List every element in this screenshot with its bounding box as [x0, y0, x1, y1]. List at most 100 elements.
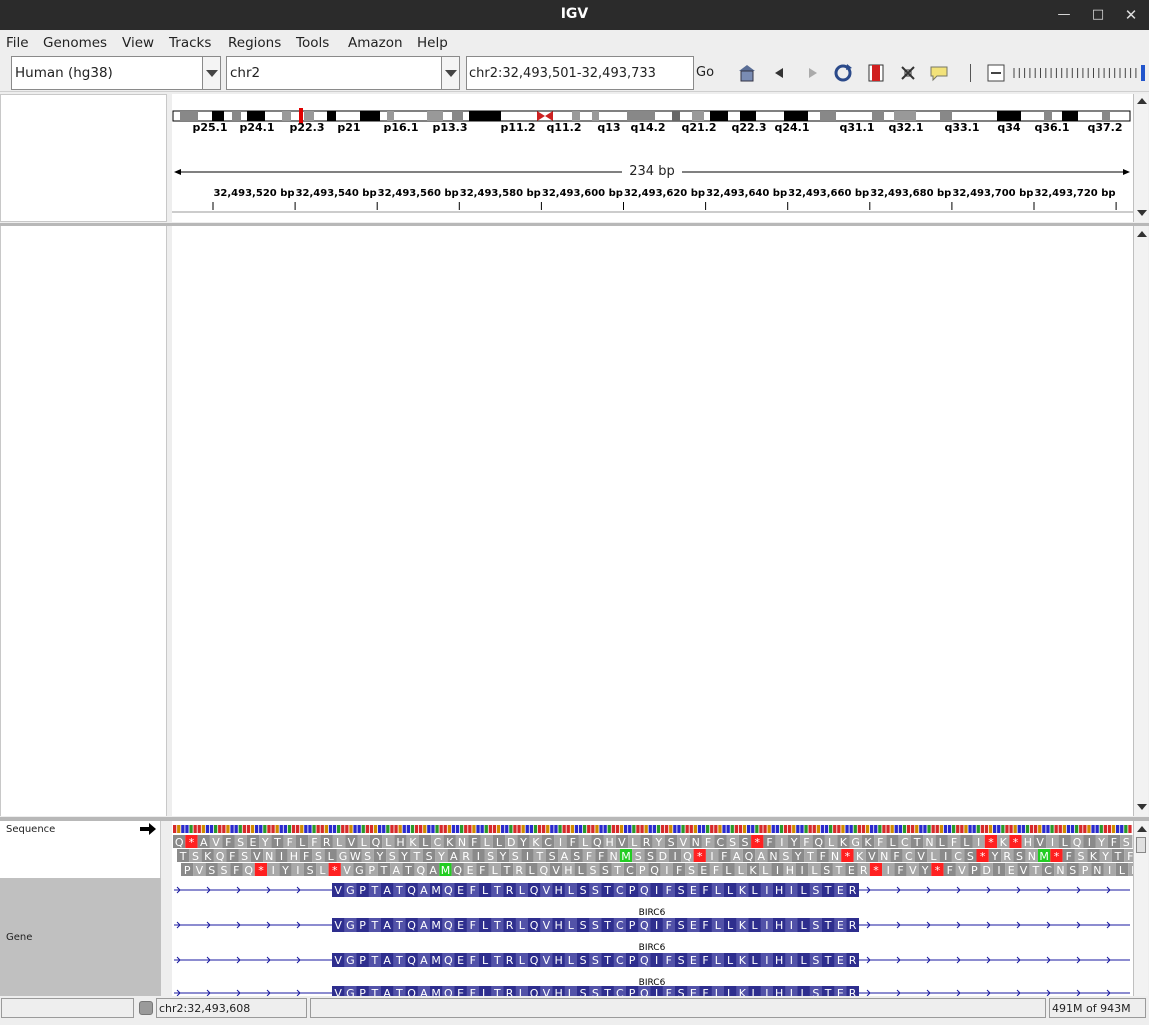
scroll-down-icon[interactable] [1137, 210, 1147, 216]
amino-acid: F [713, 864, 719, 877]
ideogram-band [692, 111, 704, 121]
sequence-base [861, 825, 866, 833]
exon-amino-acid: R [849, 884, 857, 897]
exon-amino-acid: I [765, 884, 768, 897]
amino-acid: Q [650, 864, 659, 877]
amino-acid: T [1031, 864, 1039, 877]
close-icon[interactable]: ✕ [1121, 5, 1141, 25]
sequence-base [259, 825, 263, 833]
genome-dropdown[interactable]: Human (hg38) [11, 56, 221, 90]
menu-help[interactable]: Help [417, 35, 448, 51]
back-icon[interactable] [770, 63, 790, 83]
sequence-base [935, 825, 939, 833]
menu-view[interactable]: View [122, 35, 154, 51]
ideogram-band [872, 111, 884, 121]
menu-tracks[interactable]: Tracks [169, 35, 211, 51]
chevron-down-icon[interactable] [441, 57, 459, 89]
amino-acid: A [200, 836, 208, 849]
exon-amino-acid: V [543, 954, 551, 967]
amino-acid: L [738, 864, 745, 877]
ideogram-ruler[interactable]: p25.1 p24.1 p22.3 p21 p16.1 p13.3 p11.2 q11.2 q1… [172, 94, 1149, 222]
amino-acid: I [1088, 836, 1091, 849]
zoom-thumb[interactable] [1141, 65, 1145, 81]
sequence-base [378, 825, 382, 833]
feature-tracks[interactable]: Q * A V F S E Y T F L F R L V L Q L H K L C K N F L L D Y K C I F L Q H V L R Y… [172, 821, 1133, 996]
home-icon[interactable] [737, 63, 757, 83]
amino-acid: S [512, 850, 519, 863]
gene-track-name-bg[interactable]: Gene [0, 878, 161, 996]
data-track-panel[interactable] [172, 226, 1133, 816]
menu-amazon[interactable]: Amazon [348, 35, 403, 51]
chromosome-dropdown[interactable]: chr2 [226, 56, 460, 90]
exon-amino-acid: R [506, 987, 514, 996]
sequence-base [1079, 825, 1083, 833]
scroll-thumb[interactable] [1136, 837, 1146, 853]
chevron-down-icon[interactable] [202, 57, 220, 89]
scroll-down-icon[interactable] [1137, 804, 1147, 810]
exon-amino-acid: F [666, 954, 672, 967]
scroll-up-icon[interactable] [1137, 231, 1147, 237]
amino-acid: S [647, 850, 654, 863]
strand-arrow-icon[interactable] [140, 823, 156, 835]
amino-acid: S [729, 836, 736, 849]
ruler-tick-label: 32,493,720 bp [1034, 188, 1115, 199]
resize-icon[interactable] [898, 63, 918, 83]
sequence-track-label[interactable]: Sequence [6, 824, 55, 835]
scroll-up-icon[interactable] [1137, 826, 1147, 832]
ideogram-band [180, 111, 198, 121]
sequence-base [570, 825, 574, 833]
amino-acid: H [786, 864, 794, 877]
zoom-out-icon[interactable] [987, 64, 1005, 82]
minimize-icon[interactable]: — [1054, 5, 1074, 25]
band-label: p25.1 [192, 121, 227, 134]
menu-file[interactable]: File [6, 35, 29, 51]
region-icon[interactable] [866, 63, 886, 83]
amino-acid: P [971, 864, 978, 877]
sequence-base [423, 825, 427, 833]
feature-scrollbar[interactable] [1133, 821, 1148, 996]
ideogram-band [940, 111, 952, 121]
sequence-base [1107, 825, 1112, 833]
amino-acid: Q [372, 836, 381, 849]
amino-acid: S [307, 864, 314, 877]
sequence-base [562, 825, 566, 833]
sequence-base [677, 825, 681, 833]
sequence-base [1054, 825, 1058, 833]
menu-regions[interactable]: Regions [228, 35, 281, 51]
amino-acid: S [782, 850, 789, 863]
sequence-base [550, 825, 554, 833]
amino-acid: Y [1101, 850, 1109, 863]
header-scrollbar[interactable] [1133, 94, 1148, 222]
amino-acid: S [426, 850, 433, 863]
feature-data-panel[interactable]: Q * A V F S E Y T F L F R L V L Q L H K L C K N F L L D Y K C I F L Q H V L R Y… [172, 821, 1133, 996]
sequence-base [632, 825, 636, 833]
data-scrollbar[interactable] [1133, 226, 1148, 816]
go-button[interactable]: Go [696, 56, 720, 90]
forward-icon[interactable] [802, 63, 822, 83]
exon-amino-acid: I [655, 919, 658, 932]
sequence-base [837, 825, 841, 833]
amino-acid: R [323, 836, 331, 849]
genome-value: Human (hg38) [15, 65, 113, 81]
sequence-base [513, 825, 517, 833]
amino-acid: I [665, 864, 668, 877]
sequence-base [287, 825, 292, 833]
scroll-up-icon[interactable] [1137, 98, 1147, 104]
sequence-base [1017, 825, 1021, 833]
amino-acid: L [578, 864, 585, 877]
amino-acid: M [1039, 850, 1049, 863]
amino-acid: S [1123, 836, 1130, 849]
amino-acid: L [939, 836, 946, 849]
refresh-icon[interactable] [833, 63, 853, 83]
menu-genomes[interactable]: Genomes [43, 35, 107, 51]
menu-tools[interactable]: Tools [296, 35, 329, 51]
exon-amino-acid: T [395, 987, 403, 996]
locus-input[interactable]: chr2:32,493,501-32,493,733 [466, 56, 694, 90]
ideogram-band [710, 111, 728, 121]
sequence-base [177, 825, 181, 833]
zoom-slider[interactable] [1011, 65, 1146, 81]
sequence-base [644, 825, 648, 833]
popup-info-icon[interactable] [929, 63, 949, 83]
amino-acid: F [676, 864, 682, 877]
maximize-icon[interactable]: □ [1088, 5, 1108, 25]
